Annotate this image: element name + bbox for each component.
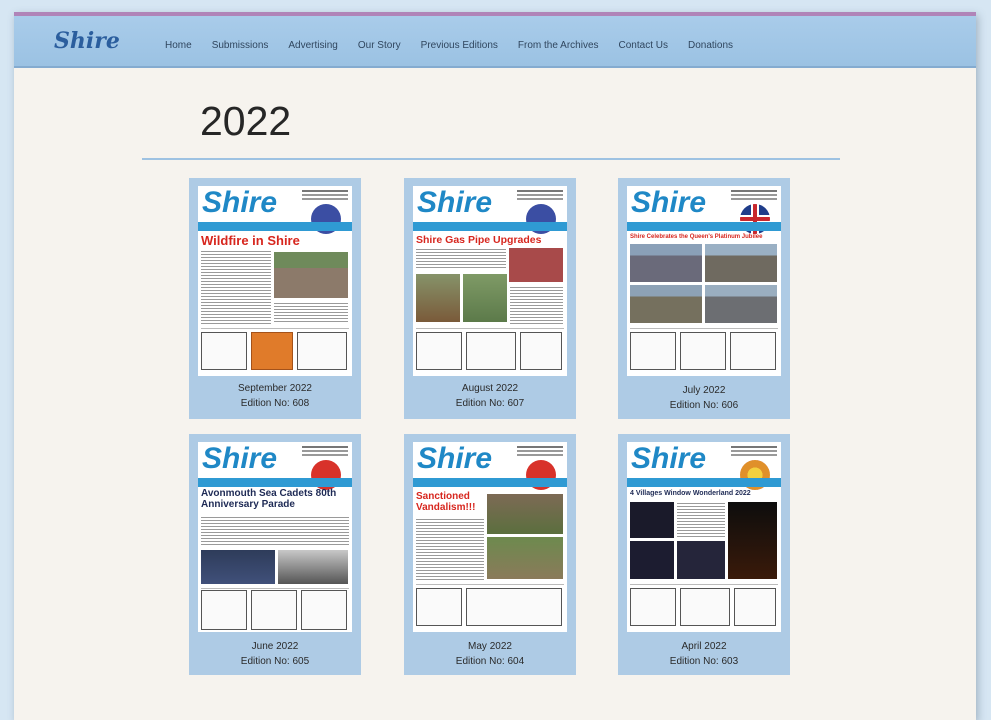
cover-headline: 4 Villages Window Wonderland 2022 <box>630 490 751 497</box>
cover-photo <box>274 252 348 298</box>
cover-photo <box>416 274 460 322</box>
main-nav: Home Submissions Advertising Our Story P… <box>165 40 753 51</box>
nav-from-the-archives[interactable]: From the Archives <box>518 40 599 51</box>
cover-logo: Shire <box>631 186 707 219</box>
edition-number: Edition No: 608 <box>240 398 310 409</box>
cover-headline: Avonmouth Sea Cadets 80th Anniversary Pa… <box>201 488 337 510</box>
edition-number: Edition No: 606 <box>669 400 739 411</box>
edition-cover-image[interactable]: Shire Shire Celebrates the Queen's Plati… <box>627 186 781 376</box>
edition-month: April 2022 <box>681 641 727 652</box>
cover-photo <box>728 502 777 579</box>
cover-photo <box>463 274 507 322</box>
browser-page: Shire Home Submissions Advertising Our S… <box>14 12 976 720</box>
edition-cover-image[interactable]: Shire Shire Gas Pipe Upgrades <box>413 186 567 376</box>
cover-photo <box>509 248 563 282</box>
nav-contact-us[interactable]: Contact Us <box>619 40 668 51</box>
navbar: Shire Home Submissions Advertising Our S… <box>14 16 976 68</box>
page-title: 2022 <box>200 98 292 144</box>
edition-card[interactable]: Shire Sanctioned Vandalism!!! May 2022 E… <box>404 434 576 675</box>
edition-month: September 2022 <box>238 383 312 394</box>
cover-logo: Shire <box>202 442 278 475</box>
cover-headline: Sanctioned Vandalism!!! <box>416 491 476 513</box>
cover-photo <box>677 541 725 579</box>
cover-logo: Shire <box>417 186 493 219</box>
cover-photo <box>630 244 702 282</box>
cover-headline: Shire Celebrates the Queen's Platinum Ju… <box>630 234 763 240</box>
edition-card[interactable]: Shire Shire Celebrates the Queen's Plati… <box>618 178 790 419</box>
cover-headline: Wildfire in Shire <box>201 233 300 248</box>
cover-photo <box>630 541 674 579</box>
cover-photo <box>705 285 777 323</box>
cover-photo <box>487 537 563 579</box>
edition-number: Edition No: 604 <box>455 656 525 667</box>
cover-photo <box>201 550 275 584</box>
nav-our-story[interactable]: Our Story <box>358 40 401 51</box>
nav-previous-editions[interactable]: Previous Editions <box>421 40 498 51</box>
cover-logo: Shire <box>202 186 278 219</box>
edition-card[interactable]: Shire 4 Villages Window Wonderland 2022 … <box>618 434 790 675</box>
nav-donations[interactable]: Donations <box>688 40 733 51</box>
edition-cover-image[interactable]: Shire Avonmouth Sea Cadets 80th Annivers… <box>198 442 352 632</box>
edition-month: August 2022 <box>461 383 519 394</box>
edition-month: June 2022 <box>251 641 299 652</box>
nav-home[interactable]: Home <box>165 40 192 51</box>
edition-cover-image[interactable]: Shire 4 Villages Window Wonderland 2022 <box>627 442 781 632</box>
cover-photo <box>705 244 777 282</box>
cover-photo <box>630 502 674 538</box>
edition-number: Edition No: 603 <box>669 656 739 667</box>
cover-logo: Shire <box>417 442 493 475</box>
edition-number: Edition No: 607 <box>455 398 525 409</box>
site-logo[interactable]: Shire <box>54 28 120 54</box>
nav-submissions[interactable]: Submissions <box>212 40 269 51</box>
nav-advertising[interactable]: Advertising <box>288 40 337 51</box>
cover-photo <box>278 550 348 584</box>
edition-month: May 2022 <box>468 641 512 652</box>
cover-logo: Shire <box>631 442 707 475</box>
cover-photo <box>487 494 563 534</box>
edition-card[interactable]: Shire Wildfire in Shire September 2022 E… <box>189 178 361 419</box>
edition-cover-image[interactable]: Shire Sanctioned Vandalism!!! <box>413 442 567 632</box>
title-divider <box>142 158 840 160</box>
cover-photo <box>630 285 702 323</box>
edition-card[interactable]: Shire Shire Gas Pipe Upgrades August 202… <box>404 178 576 419</box>
edition-card[interactable]: Shire Avonmouth Sea Cadets 80th Annivers… <box>189 434 361 675</box>
edition-number: Edition No: 605 <box>240 656 310 667</box>
cover-headline: Shire Gas Pipe Upgrades <box>416 234 542 246</box>
edition-month: July 2022 <box>682 385 726 396</box>
edition-cover-image[interactable]: Shire Wildfire in Shire <box>198 186 352 376</box>
